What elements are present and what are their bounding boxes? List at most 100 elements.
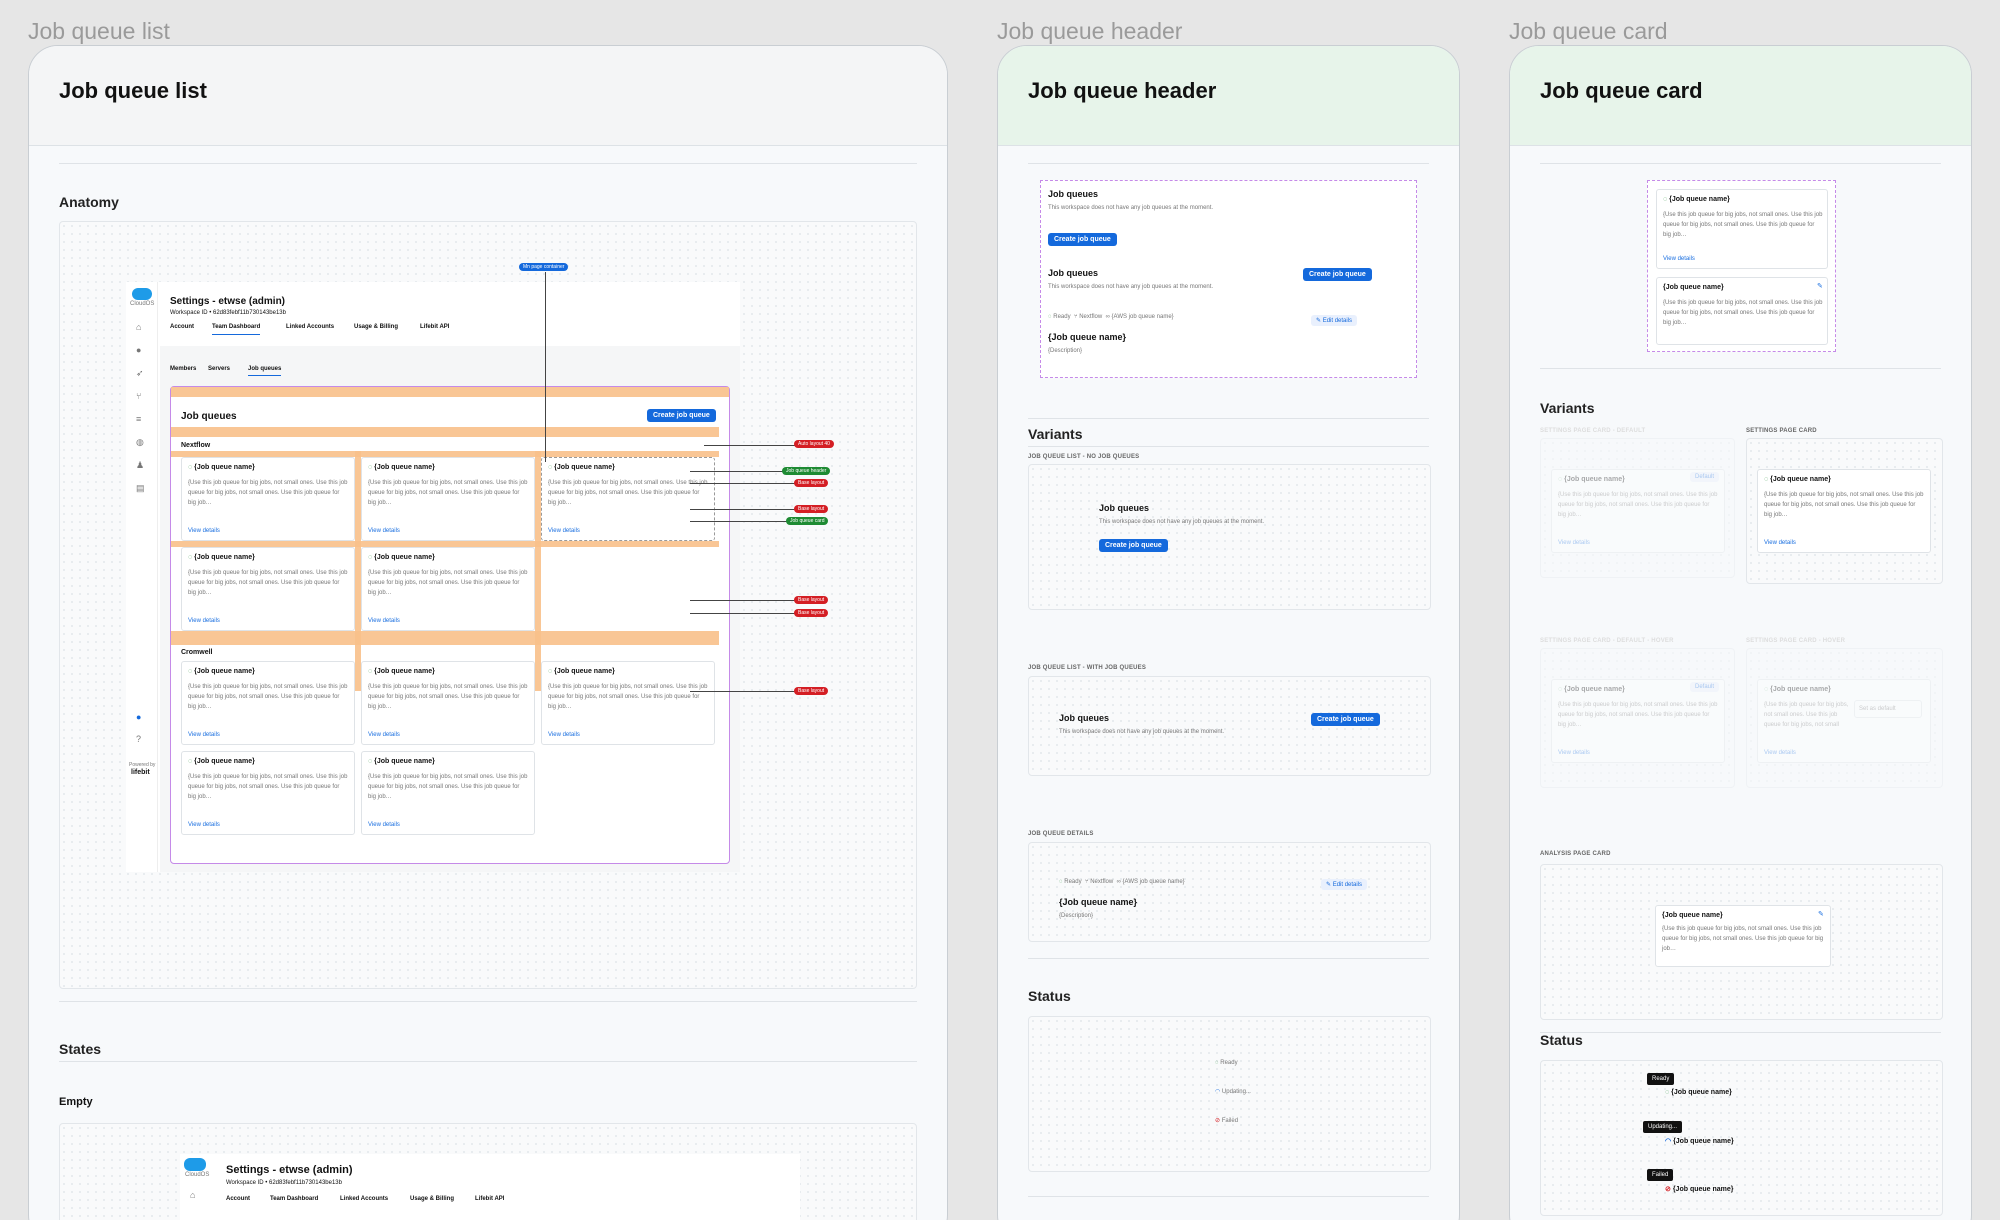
subtab-servers[interactable]: Servers	[208, 366, 230, 372]
subtab-members[interactable]: Members	[170, 366, 196, 372]
home-icon[interactable]: ⌂	[190, 1190, 195, 1200]
card-name: {Job queue name}	[194, 668, 255, 675]
job-queue-card[interactable]: ◌ {Job queue name} {Use this job queue f…	[541, 457, 715, 541]
ready-icon: ◌	[1558, 476, 1563, 483]
failed-icon: ⊘	[1665, 1186, 1671, 1193]
view-details-link[interactable]: View details	[1764, 540, 1796, 546]
card-name: {Job queue name}	[1663, 284, 1724, 291]
job-queue-card[interactable]: ◌ {Job queue name} Default {Use this job…	[1551, 679, 1725, 763]
ready-icon: ◌	[188, 554, 193, 561]
subtab-job-queues[interactable]: Job queues	[248, 366, 282, 376]
anatomy-canvas: CloudOS ⌂ ● ➶ ⑂ ≡ ◍ ♟ ▤ ● ? Powered by l…	[59, 221, 917, 989]
view-details-link[interactable]: View details	[548, 732, 580, 738]
job-queue-card[interactable]: ◌ {Job queue name} {Use this job queue f…	[361, 661, 535, 745]
cloud-logo-icon	[132, 288, 152, 300]
card-name: {Job queue name}	[374, 668, 435, 675]
ready-icon: ◌	[1764, 476, 1769, 483]
status-failed: Failed	[1221, 1118, 1239, 1124]
create-job-queue-button[interactable]: Create job queue	[1303, 268, 1372, 281]
job-queue-card[interactable]: ◌ {Job queue name} {Use this job queue f…	[181, 751, 355, 835]
view-details-link[interactable]: View details	[188, 732, 220, 738]
tab-linked-accounts[interactable]: Linked Accounts	[286, 324, 334, 330]
create-job-queue-button[interactable]: Create job queue	[1099, 539, 1168, 552]
job-queue-card[interactable]: ◌ {Job queue name} {Use this job queue f…	[1656, 189, 1828, 269]
bulb-icon[interactable]: ●	[136, 345, 141, 355]
tab-team-dashboard[interactable]: Team Dashboard	[270, 1196, 318, 1202]
header-title: Job queues	[1048, 189, 1099, 199]
globe-icon[interactable]: ◍	[136, 437, 144, 448]
view-details-link[interactable]: View details	[1764, 750, 1796, 756]
rocket-icon[interactable]: ➶	[136, 368, 144, 379]
view-details-link[interactable]: View details	[368, 732, 400, 738]
view-details-link[interactable]: View details	[1663, 256, 1695, 262]
variant-settings: ◌ {Job queue name} {Use this job queue f…	[1746, 438, 1943, 584]
view-details-link[interactable]: View details	[1558, 750, 1590, 756]
tab-account[interactable]: Account	[226, 1196, 250, 1202]
view-details-link[interactable]: View details	[368, 528, 400, 534]
pencil-icon[interactable]: ✎	[1817, 282, 1823, 290]
variant-settings-hover: ◌ {Job queue name} {Use this job queue f…	[1746, 648, 1943, 788]
frame-title: Job queue list	[59, 78, 207, 103]
tab-lifebit-api[interactable]: Lifebit API	[420, 324, 449, 330]
variant-settings-default: ◌ {Job queue name} Default {Use this job…	[1540, 438, 1735, 578]
empty-state-canvas: CloudOS ⌂ Settings - etwse (admin) Works…	[59, 1123, 917, 1220]
job-queue-card[interactable]: ◌ {Job queue name} {Use this job queue f…	[181, 661, 355, 745]
ready-icon: ◌	[548, 668, 553, 675]
job-queue-card[interactable]: ◌ {Job queue name} {Use this job queue f…	[361, 457, 535, 541]
frame-header: Job queue header	[998, 46, 1459, 146]
view-details-link[interactable]: View details	[188, 618, 220, 624]
tab-lifebit-api[interactable]: Lifebit API	[475, 1196, 504, 1202]
job-queue-card[interactable]: ◌ {Job queue name} {Use this job queue f…	[361, 751, 535, 835]
job-queue-card[interactable]: ◌ {Job queue name} {Use this job queue f…	[181, 547, 355, 631]
queue-name: {Job queue name}	[1059, 897, 1138, 907]
variant-label-settings: SETTINGS PAGE CARD	[1746, 428, 1817, 434]
create-job-queue-button[interactable]: Create job queue	[647, 409, 716, 422]
tab-account[interactable]: Account	[170, 324, 194, 330]
tab-team-dashboard[interactable]: Team Dashboard	[212, 324, 261, 335]
home-icon[interactable]: ⌂	[136, 322, 141, 332]
header-empty-text: This workspace does not have any job que…	[1059, 729, 1225, 735]
tab-usage-billing[interactable]: Usage & Billing	[410, 1196, 454, 1202]
nextflow-icon: ⑂	[1084, 879, 1089, 885]
job-queue-card[interactable]: ◌ {Job queue name} {Use this job queue f…	[1757, 679, 1931, 763]
database-icon[interactable]: ≡	[136, 414, 141, 424]
create-job-queue-button[interactable]: Create job queue	[1311, 713, 1380, 726]
view-details-link[interactable]: View details	[368, 822, 400, 828]
job-queue-card[interactable]: ◌ {Job queue name} Default {Use this job…	[1551, 469, 1725, 553]
frame-title: Job queue card	[1540, 78, 1703, 103]
tab-usage-billing[interactable]: Usage & Billing	[354, 324, 398, 330]
team-icon[interactable]: ♟	[136, 460, 144, 471]
flow-icon[interactable]: ⑂	[136, 391, 141, 401]
set-default-button[interactable]: Set as default	[1854, 700, 1922, 718]
job-queue-card[interactable]: ◌ {Job queue name} {Use this job queue f…	[541, 661, 715, 745]
card-description: {Use this job queue for big jobs, not sm…	[368, 480, 528, 506]
card-description: {Use this job queue for big jobs, not sm…	[548, 480, 708, 506]
job-queue-card-analysis[interactable]: {Job queue name} ✎ {Use this job queue f…	[1656, 277, 1828, 345]
view-details-link[interactable]: View details	[548, 528, 580, 534]
variant-label-analysis: ANALYSIS PAGE CARD	[1540, 851, 1611, 857]
edit-details-button[interactable]: ✎ Edit details	[1321, 879, 1368, 890]
tab-linked-accounts[interactable]: Linked Accounts	[340, 1196, 388, 1202]
job-queue-card[interactable]: ◌ {Job queue name} {Use this job queue f…	[181, 457, 355, 541]
edit-details-button[interactable]: ✎ Edit details	[1311, 315, 1358, 326]
job-queue-card[interactable]: ◌ {Job queue name} {Use this job queue f…	[1757, 469, 1931, 553]
card-name: {Job queue name}	[1770, 686, 1831, 693]
tag-base-layout: Base layout	[794, 687, 829, 695]
docs-icon[interactable]: ▤	[136, 483, 145, 494]
view-details-link[interactable]: View details	[188, 822, 220, 828]
card-description: {Use this job queue for big jobs, not sm…	[1558, 702, 1718, 728]
header-empty-text: This workspace does not have any job que…	[1099, 519, 1265, 525]
card-name: {Job queue name}	[374, 758, 435, 765]
create-job-queue-button[interactable]: Create job queue	[1048, 233, 1117, 246]
job-queue-card[interactable]: ◌ {Job queue name} {Use this job queue f…	[361, 547, 535, 631]
pencil-icon[interactable]: ✎	[1818, 910, 1824, 918]
card-description: {Use this job queue for big jobs, not sm…	[368, 684, 528, 710]
job-queue-card-analysis[interactable]: {Job queue name} ✎ {Use this job queue f…	[1655, 905, 1831, 967]
view-details-link[interactable]: View details	[1558, 540, 1590, 546]
view-details-link[interactable]: View details	[188, 528, 220, 534]
variant-settings-default-hover: ◌ {Job queue name} Default {Use this job…	[1540, 648, 1735, 788]
header-title: Job queues	[1048, 268, 1099, 278]
view-details-link[interactable]: View details	[368, 618, 400, 624]
user-icon[interactable]: ●	[136, 712, 141, 722]
help-icon[interactable]: ?	[136, 734, 141, 744]
